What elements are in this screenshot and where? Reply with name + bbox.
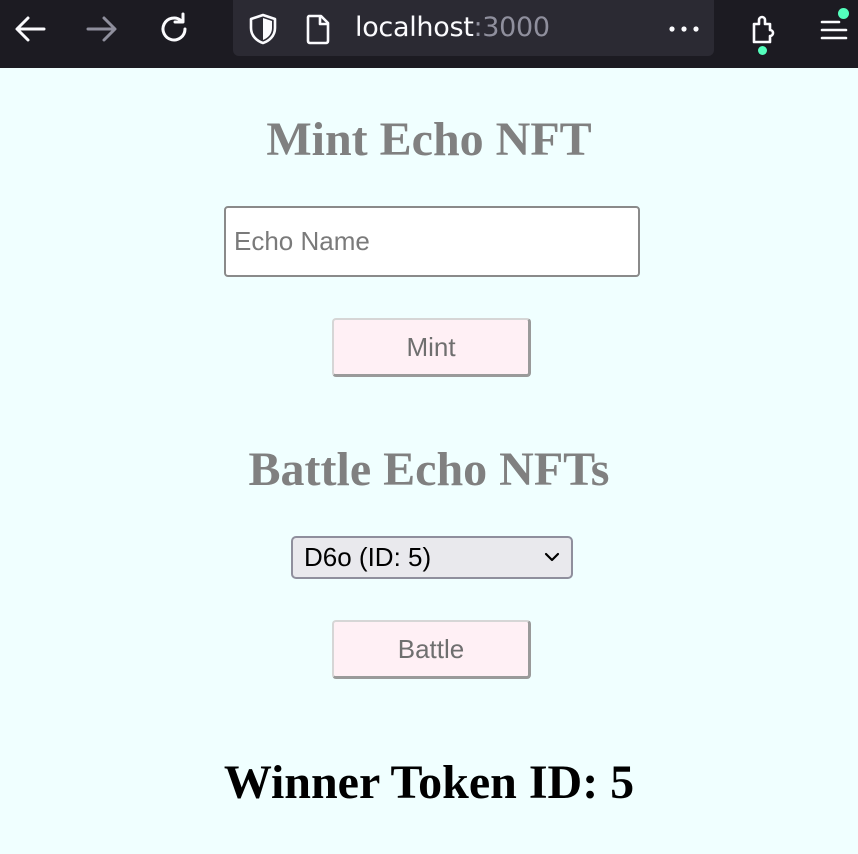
- battle-button[interactable]: Battle: [332, 620, 531, 679]
- hamburger-menu-icon: [820, 20, 848, 40]
- mint-button[interactable]: Mint: [332, 318, 531, 377]
- reload-icon: [161, 12, 187, 42]
- extensions-button[interactable]: [743, 9, 783, 49]
- shield-icon: [249, 13, 277, 45]
- extension-notification-dot: [758, 46, 767, 55]
- more-icon: [669, 26, 699, 32]
- page-actions-button[interactable]: [664, 9, 704, 49]
- winner-result: Winner Token ID: 5: [223, 756, 635, 809]
- page-content: Mint Echo NFT Mint Battle Echo NFTs D6o …: [0, 68, 858, 854]
- reload-button[interactable]: [154, 9, 194, 49]
- url-port: :3000: [473, 12, 551, 43]
- extensions-icon: [752, 15, 775, 44]
- page-icon: [306, 14, 330, 45]
- browser-toolbar: localhost:3000: [0, 0, 858, 68]
- echo-nft-select[interactable]: D6o (ID: 5): [291, 536, 573, 579]
- back-button[interactable]: [10, 9, 50, 49]
- url-text[interactable]: localhost:3000: [355, 12, 550, 44]
- url-host: localhost: [355, 12, 474, 43]
- arrow-right-icon: [86, 16, 117, 42]
- forward-button[interactable]: [82, 9, 122, 49]
- selected-option: D6o (ID: 5): [304, 542, 432, 572]
- page-info-button[interactable]: [298, 9, 338, 49]
- arrow-left-icon: [15, 16, 46, 42]
- battle-title: Battle Echo NFTs: [248, 443, 610, 496]
- chevron-down-icon: [544, 552, 560, 562]
- menu-notification-dot: [838, 8, 849, 19]
- mint-title: Mint Echo NFT: [266, 113, 592, 166]
- tracking-protection-button[interactable]: [243, 9, 283, 49]
- echo-name-input[interactable]: [224, 206, 640, 277]
